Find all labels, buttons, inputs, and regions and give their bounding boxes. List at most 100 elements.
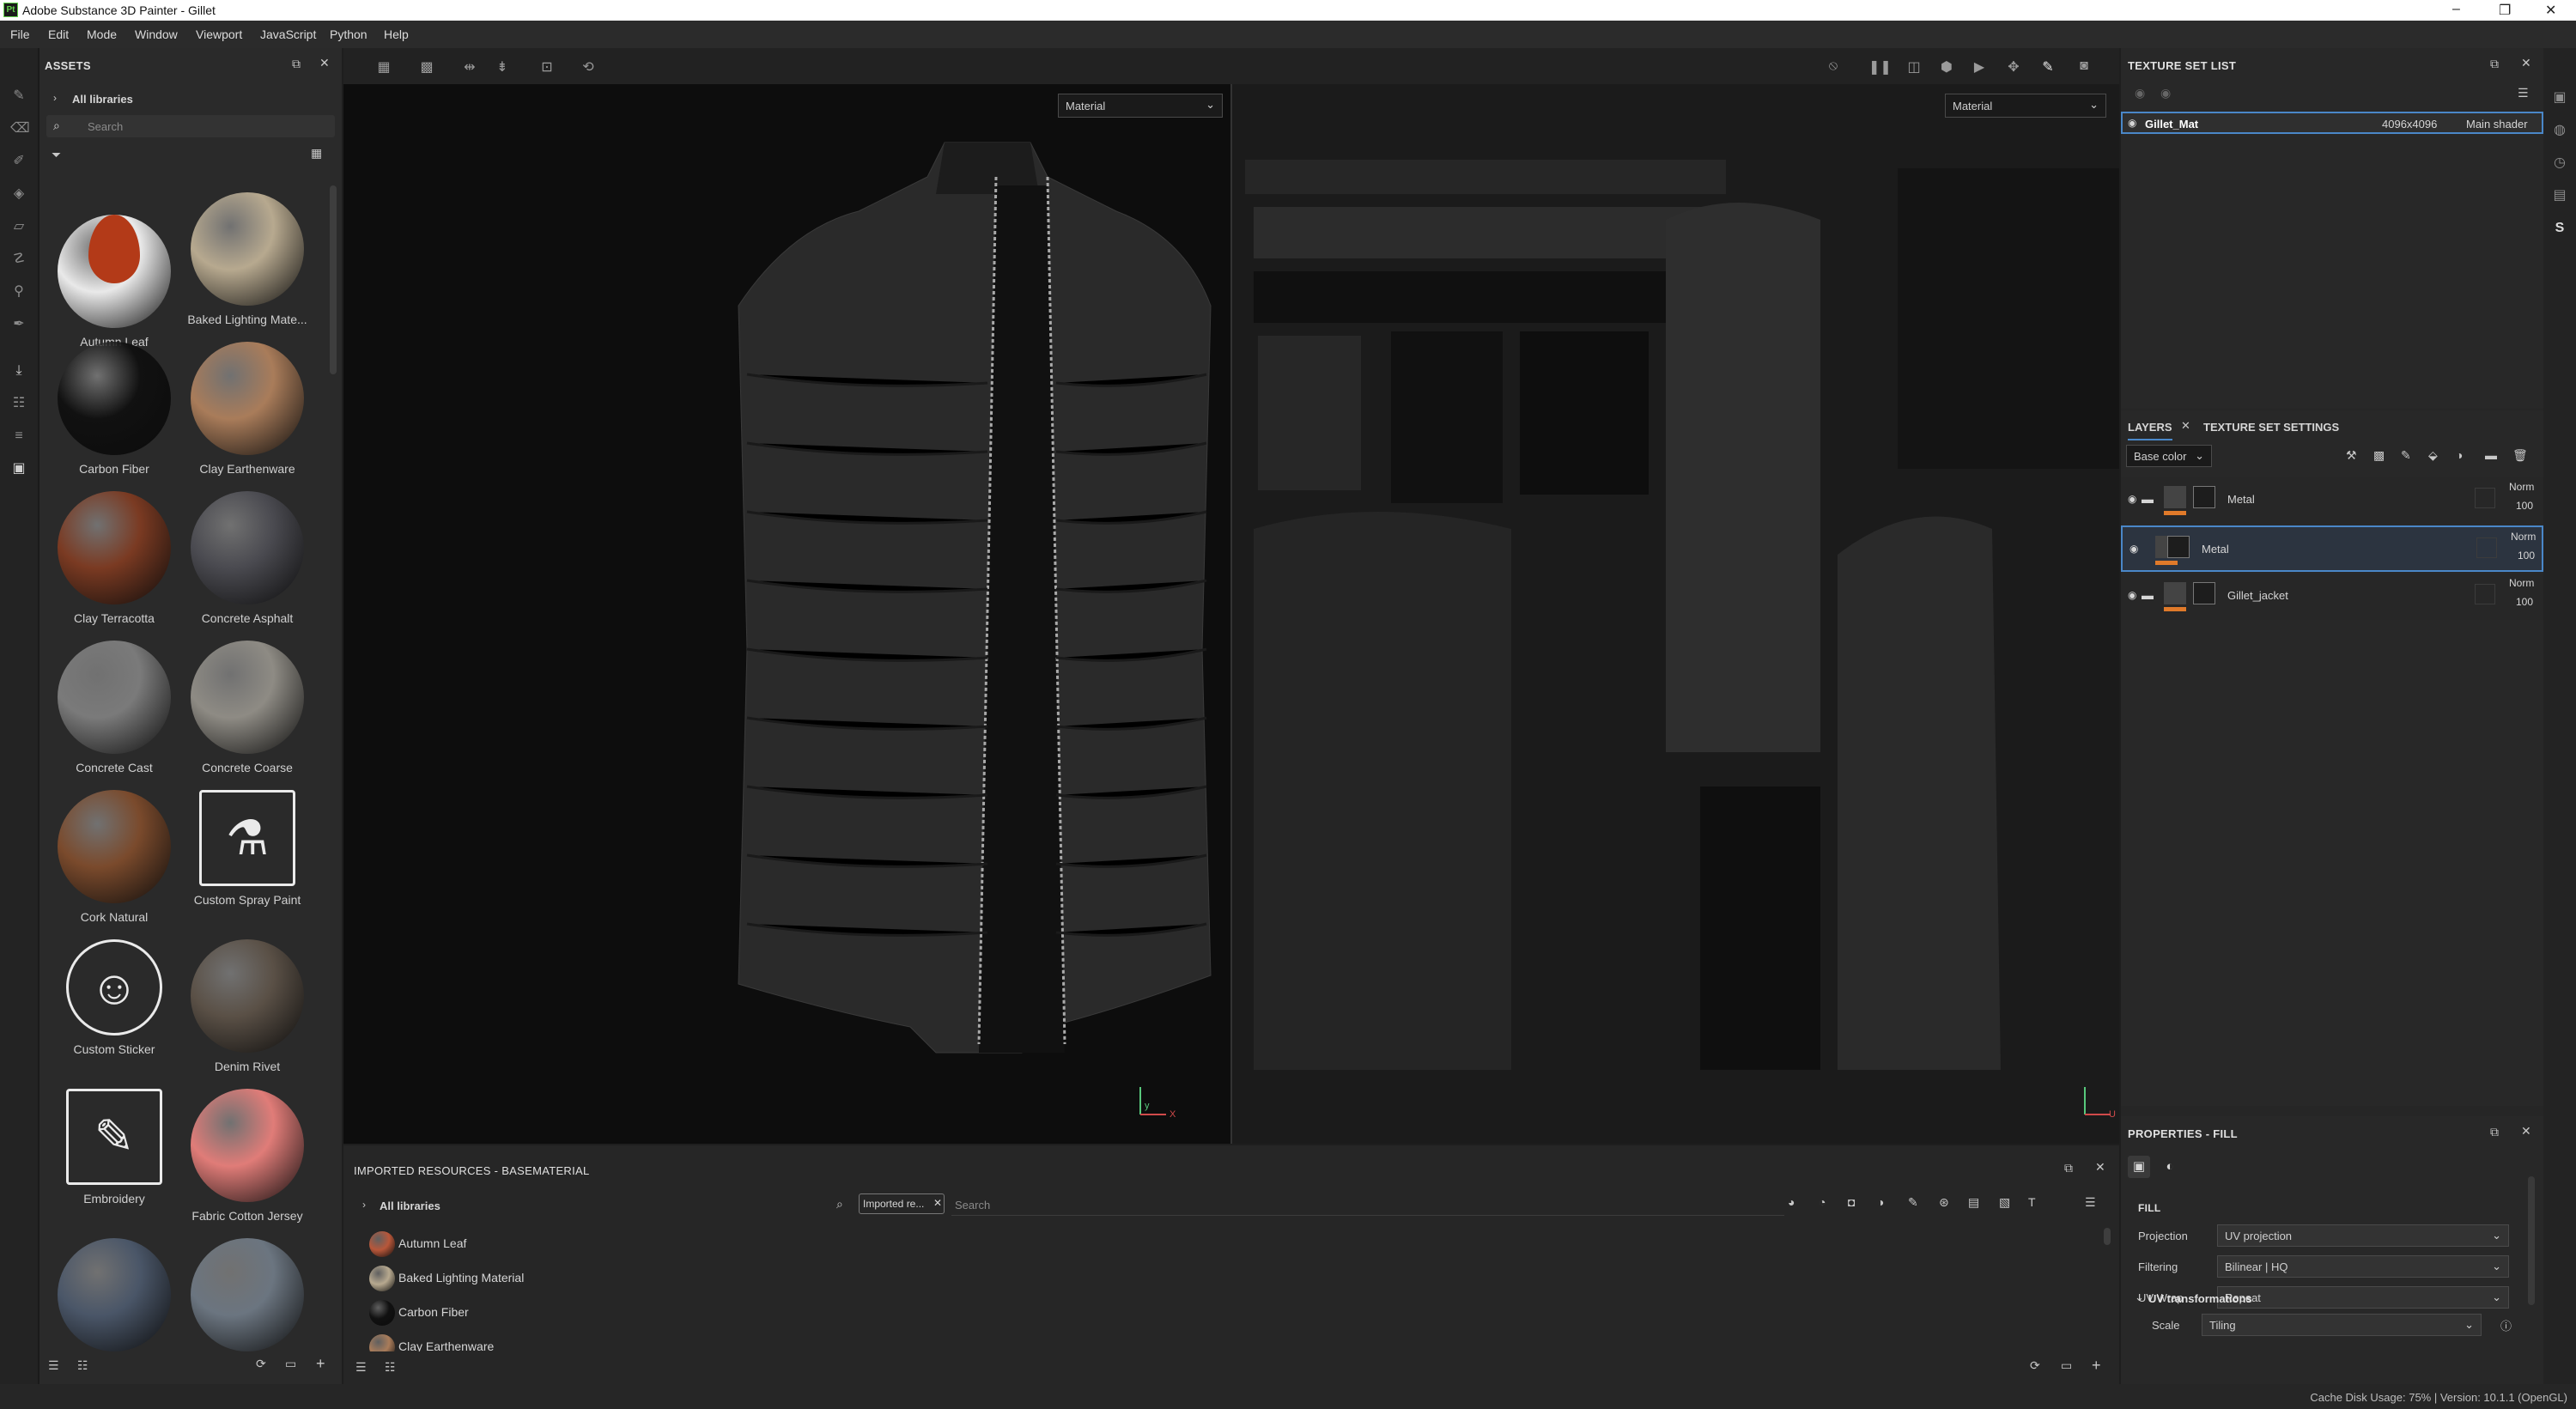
clone-icon[interactable]: ⚲	[10, 283, 27, 301]
asset-tile[interactable]: Concrete Cast	[48, 641, 180, 774]
eye-icon[interactable]: ◉	[2135, 86, 2145, 100]
tab-layers[interactable]: LAYERS	[2128, 421, 2172, 440]
close-tab-icon[interactable]: ✕	[2181, 419, 2190, 433]
asset-tile[interactable]: Cork Natural	[48, 790, 180, 924]
light-icon[interactable]: ✥	[2004, 58, 2023, 75]
layer-row[interactable]: ◉ Metal Norm 100	[2121, 525, 2543, 572]
blend-mode[interactable]: Norm	[2509, 481, 2534, 493]
viewport-uv-channel-dropdown[interactable]: Material ⌄	[1945, 94, 2106, 118]
brush-mode-icon[interactable]: ✎	[2038, 58, 2057, 75]
scrollbar[interactable]	[2104, 1228, 2111, 1245]
menu-javascript[interactable]: JavaScript	[260, 27, 316, 41]
uv-transformations-header[interactable]: UV transformations	[2148, 1292, 2252, 1305]
asset-tile[interactable]: ⚗ Custom Spray Paint	[181, 790, 313, 907]
projection-icon[interactable]: ✐	[10, 153, 27, 170]
add-paint-layer-icon[interactable]: ✎	[2401, 448, 2411, 463]
3d-view-icon[interactable]: ⬢	[1937, 58, 1956, 75]
asset-tile[interactable]: Denim Rivet	[181, 939, 313, 1073]
close-panel-icon[interactable]: ✕	[2521, 56, 2531, 70]
grid-small-icon[interactable]: ▩	[417, 58, 436, 75]
texture-set-icon[interactable]: ▣	[2551, 89, 2568, 106]
folder-icon[interactable]: ▭	[2061, 1358, 2072, 1373]
undock-icon[interactable]: ⧉	[2490, 57, 2499, 71]
asset-tile[interactable]: Fabric Cotton Jersey	[181, 1089, 313, 1223]
menu-python[interactable]: Python	[330, 27, 368, 41]
list-icon[interactable]: ☷	[77, 1358, 88, 1373]
chevron-right-icon[interactable]: ›	[53, 92, 57, 104]
camera-icon[interactable]: ▶	[1970, 58, 1989, 75]
texture-set-row[interactable]: ◉ Gillet_Mat 4096x4096 Main shader	[2121, 112, 2543, 134]
menu-mode[interactable]: Mode	[87, 27, 117, 41]
scale-mode-dropdown[interactable]: Tiling ⌄	[2202, 1314, 2482, 1336]
assets-panel-icon[interactable]: ⤓	[10, 362, 27, 380]
substance-icon[interactable]: S	[2551, 220, 2568, 237]
viewport-3d-channel-dropdown[interactable]: Material ⌄	[1058, 94, 1223, 118]
info-icon[interactable]: ⓘ	[2500, 1317, 2512, 1333]
asset-tile[interactable]: Carbon Fiber	[48, 342, 180, 476]
grid-icon[interactable]: ▦	[374, 58, 393, 75]
layer-row[interactable]: ◉ ▬ Metal Norm 100	[2121, 477, 2543, 524]
add-fill-layer-icon[interactable]: ⬙	[2428, 448, 2438, 463]
hide-icon[interactable]: ⦸	[1824, 58, 1843, 74]
close-panel-icon[interactable]: ✕	[319, 56, 330, 70]
asset-tile[interactable]: Clay Earthenware	[181, 342, 313, 476]
add-icon[interactable]: +	[2092, 1357, 2101, 1375]
list-icon[interactable]: ☷	[385, 1360, 396, 1375]
property-dropdown[interactable]: Repeat ⌄	[2217, 1286, 2509, 1309]
blend-mode[interactable]: Norm	[2509, 577, 2534, 589]
fill-properties-icon[interactable]: ▣	[2128, 1156, 2150, 1178]
asset-tile[interactable]	[48, 1238, 180, 1358]
grid-view-icon[interactable]: ▦	[311, 146, 322, 161]
paint-brush-icon[interactable]: ✎	[10, 88, 27, 105]
asset-tile[interactable]: Concrete Asphalt	[181, 491, 313, 625]
display-icon[interactable]: ◍	[2551, 122, 2568, 139]
list-item[interactable]: Baked Lighting Material	[352, 1262, 2095, 1293]
asset-tile[interactable]: Clay Terracotta	[48, 491, 180, 625]
add-icon[interactable]: +	[316, 1355, 325, 1373]
minimize-button[interactable]: –	[2452, 2, 2460, 17]
shader-settings-icon[interactable]: ≡	[10, 428, 27, 445]
screenshot-icon[interactable]: ◙	[2075, 58, 2093, 74]
menu-viewport[interactable]: Viewport	[196, 27, 242, 41]
chevron-down-icon[interactable]: ⌄	[2135, 1291, 2144, 1304]
undock-icon[interactable]: ⧉	[2490, 1125, 2499, 1139]
libraries-label[interactable]: All libraries	[72, 93, 133, 106]
viewport[interactable]: y X U	[343, 48, 2119, 1144]
add-library-icon[interactable]: ☰	[355, 1360, 367, 1375]
eye-icon[interactable]: ◉	[2160, 86, 2171, 100]
close-window-button[interactable]: ✕	[2545, 2, 2556, 19]
filter-icon[interactable]: ⏷	[52, 148, 61, 162]
pause-icon[interactable]: ❚❚	[1868, 58, 1892, 75]
asset-tile[interactable]: ✎ Embroidery	[48, 1089, 180, 1206]
history-icon[interactable]: ⟲	[579, 58, 598, 75]
picker-icon[interactable]: ✒	[10, 316, 27, 333]
scrollbar[interactable]	[2528, 1176, 2535, 1305]
scrollbar[interactable]	[330, 185, 337, 374]
add-smart-material-icon[interactable]: ◑	[2456, 448, 2463, 462]
polygon-fill-icon[interactable]: ▱	[10, 218, 27, 235]
material-properties-icon[interactable]: ◐	[2159, 1156, 2181, 1178]
layer-opacity[interactable]: 100	[2516, 500, 2533, 512]
list-item[interactable]: Clay Earthenware	[352, 1331, 2095, 1351]
layer-row[interactable]: ◉ ▬ Gillet_jacket Norm 100	[2121, 574, 2543, 620]
menu-edit[interactable]: Edit	[48, 27, 69, 41]
asset-tile[interactable]: Autumn Leaf	[48, 192, 180, 349]
layer-opacity[interactable]: 100	[2518, 550, 2535, 562]
log-icon[interactable]: ▤	[2551, 187, 2568, 204]
asset-tile[interactable]	[181, 1238, 313, 1358]
property-dropdown[interactable]: UV projection ⌄	[2217, 1224, 2509, 1247]
refresh-icon[interactable]: ⟳	[256, 1357, 266, 1371]
transform-icon[interactable]: ⊡	[538, 58, 556, 75]
display-settings-icon[interactable]: ☷	[10, 395, 27, 412]
maximize-button[interactable]: ❐	[2499, 2, 2511, 19]
folder-icon[interactable]: ▭	[285, 1357, 296, 1371]
eye-icon[interactable]: ◉	[2128, 117, 2136, 129]
add-library-icon[interactable]: ☰	[48, 1358, 59, 1373]
menu-file[interactable]: File	[10, 27, 30, 41]
asset-tile[interactable]: Concrete Coarse	[181, 641, 313, 774]
list-item[interactable]: Carbon Fiber	[352, 1297, 2095, 1327]
blend-mode[interactable]: Norm	[2511, 531, 2536, 543]
eye-icon[interactable]: ◉	[2128, 589, 2136, 601]
asset-tile[interactable]: Baked Lighting Mate...	[181, 192, 313, 326]
property-dropdown[interactable]: Bilinear | HQ ⌄	[2217, 1255, 2509, 1278]
